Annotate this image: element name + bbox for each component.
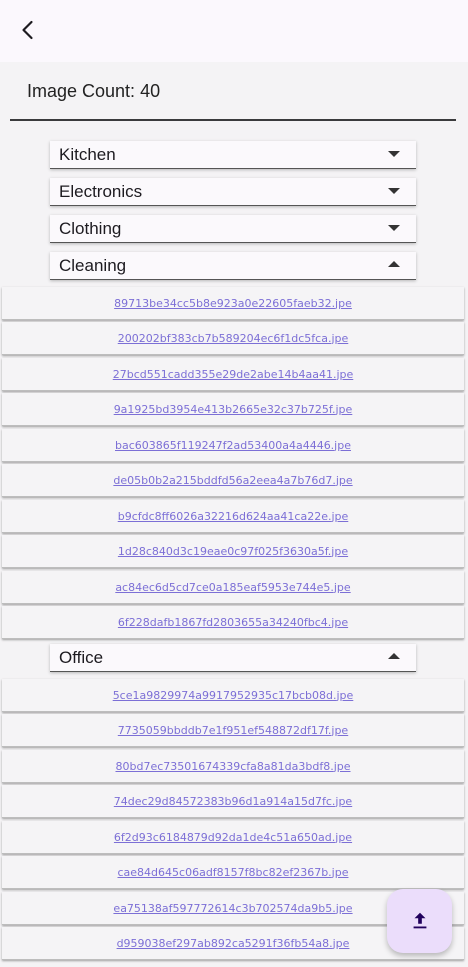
category-kitchen[interactable]: Kitchen [50,141,416,169]
file-link[interactable]: bac603865f119247f2ad53400a4a4446.jpe [115,439,351,452]
file-link[interactable]: 6f228dafb1867fd2803655a34240fbc4.jpe [118,616,348,629]
upload-button[interactable] [387,889,452,953]
category-label: Office [59,648,104,667]
app-bar [0,0,468,62]
file-link[interactable]: cae84d645c06adf8157f8bc82ef2367b.jpe [118,866,349,879]
file-row[interactable]: 1d28c840d3c19eae0c97f025f3630a5f.jpe [2,535,464,568]
file-row[interactable]: bac603865f119247f2ad53400a4a4446.jpe [2,429,464,462]
file-row[interactable]: 7735059bbddb7e1f951ef548872df17f.jpe [2,714,464,747]
file-row[interactable]: ac84ec6d5cd7ce0a185eaf5953e744e5.jpe [2,571,464,604]
file-link[interactable]: 80bd7ec73501674339cfa8a81da3bdf8.jpe [115,760,350,773]
category-electronics[interactable]: Electronics [50,178,416,206]
file-link[interactable]: de05b0b2a215bddfd56a2eea4a7b76d7.jpe [113,474,352,487]
category-clothing[interactable]: Clothing [50,215,416,243]
chevron-up-icon [388,261,400,267]
file-link[interactable]: ac84ec6d5cd7ce0a185eaf5953e744e5.jpe [115,581,350,594]
file-row[interactable]: 200202bf383cb7b589204ec6f1dc5fca.jpe [2,322,464,355]
image-count-text: Image Count: 40 [27,81,161,101]
file-row[interactable]: cae84d645c06adf8157f8bc82ef2367b.jpe [2,856,464,889]
file-row[interactable]: 89713be34cc5b8e923a0e22605faeb32.jpe [2,287,464,320]
file-row[interactable]: 5ce1a9829974a9917952935c17bcb08d.jpe [2,679,464,712]
file-row[interactable]: 80bd7ec73501674339cfa8a81da3bdf8.jpe [2,750,464,783]
category-label: Cleaning [59,256,127,275]
file-link[interactable]: 74dec29d84572383b96d1a914a15d7fc.jpe [114,795,352,808]
file-row[interactable]: 27bcd551cadd355e29de2abe14b4aa41.jpe [2,358,464,391]
chevron-down-icon [388,151,400,157]
file-link[interactable]: ea75138af597772614c3b702574da9b5.jpe [113,902,352,915]
file-row[interactable]: 6f228dafb1867fd2803655a34240fbc4.jpe [2,606,464,639]
chevron-up-icon [388,653,400,659]
file-link[interactable]: b9cfdc8ff6026a32216d624aa41ca22e.jpe [118,510,349,523]
file-link[interactable]: 9a1925bd3954e413b2665e32c37b725f.jpe [114,403,353,416]
category-label: Electronics [59,182,143,201]
file-row[interactable]: de05b0b2a215bddfd56a2eea4a7b76d7.jpe [2,464,464,497]
category-label: Kitchen [59,145,116,164]
category-office[interactable]: Office [50,644,416,672]
file-link[interactable]: 5ce1a9829974a9917952935c17bcb08d.jpe [113,689,354,702]
file-link[interactable]: 200202bf383cb7b589204ec6f1dc5fca.jpe [118,332,349,345]
image-count-row: Image Count: 40 [10,62,456,121]
file-row[interactable]: 9a1925bd3954e413b2665e32c37b725f.jpe [2,393,464,426]
upload-icon [413,912,426,929]
file-link[interactable]: 6f2d93c6184879d92da1de4c51a650ad.jpe [114,831,352,844]
file-row[interactable]: 74dec29d84572383b96d1a914a15d7fc.jpe [2,785,464,818]
file-link[interactable]: 1d28c840d3c19eae0c97f025f3630a5f.jpe [118,545,348,558]
file-link[interactable]: d959038ef297ab892ca5291f36fb54a8.jpe [117,937,350,950]
arrow-back-icon [22,20,33,40]
chevron-down-icon [388,225,400,231]
category-label: Clothing [59,219,122,238]
chevron-down-icon [388,188,400,194]
file-link[interactable]: 7735059bbddb7e1f951ef548872df17f.jpe [118,724,348,737]
category-cleaning[interactable]: Cleaning [50,252,416,280]
file-row[interactable]: b9cfdc8ff6026a32216d624aa41ca22e.jpe [2,500,464,533]
file-row[interactable]: 6f2d93c6184879d92da1de4c51a650ad.jpe [2,821,464,854]
file-link[interactable]: 27bcd551cadd355e29de2abe14b4aa41.jpe [113,368,354,381]
file-link[interactable]: 89713be34cc5b8e923a0e22605faeb32.jpe [114,297,352,310]
back-button[interactable] [8,10,48,50]
